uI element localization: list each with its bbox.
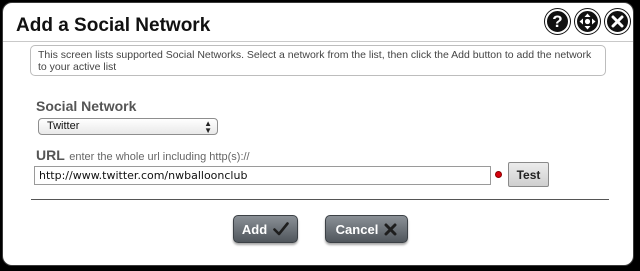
- add-social-network-dialog: Add a Social Network ? This screen lists…: [2, 2, 634, 266]
- dialog-title: Add a Social Network: [16, 15, 211, 36]
- select-arrows-icon: ▲ ▼: [204, 119, 212, 135]
- url-status-indicator-icon: [495, 171, 502, 178]
- social-network-label: Social Network: [36, 98, 137, 114]
- help-glyph: ?: [552, 11, 563, 31]
- help-icon[interactable]: ?: [545, 9, 570, 34]
- close-x-icon: [611, 15, 624, 28]
- move-arrows-icon: [579, 13, 596, 30]
- url-label: URL: [36, 147, 65, 163]
- test-button[interactable]: Test: [508, 162, 549, 187]
- move-icon[interactable]: [575, 9, 600, 34]
- url-label-row: URL enter the whole url including http(s…: [36, 147, 250, 165]
- title-divider: [3, 41, 633, 42]
- social-network-selected-value: Twitter: [47, 120, 80, 132]
- add-button[interactable]: Add: [233, 215, 298, 243]
- cancel-x-icon: [384, 223, 397, 235]
- footer-divider: [31, 199, 609, 200]
- url-input[interactable]: [34, 166, 491, 185]
- info-message: This screen lists supported Social Netwo…: [30, 45, 606, 76]
- close-icon[interactable]: [605, 9, 630, 34]
- checkmark-icon: [273, 222, 289, 236]
- add-button-label: Add: [241, 221, 268, 237]
- url-hint: enter the whole url including http(s)://: [69, 151, 250, 163]
- cancel-button-label: Cancel: [335, 221, 379, 237]
- social-network-select[interactable]: Twitter ▲ ▼: [38, 118, 218, 135]
- cancel-button[interactable]: Cancel: [325, 215, 408, 243]
